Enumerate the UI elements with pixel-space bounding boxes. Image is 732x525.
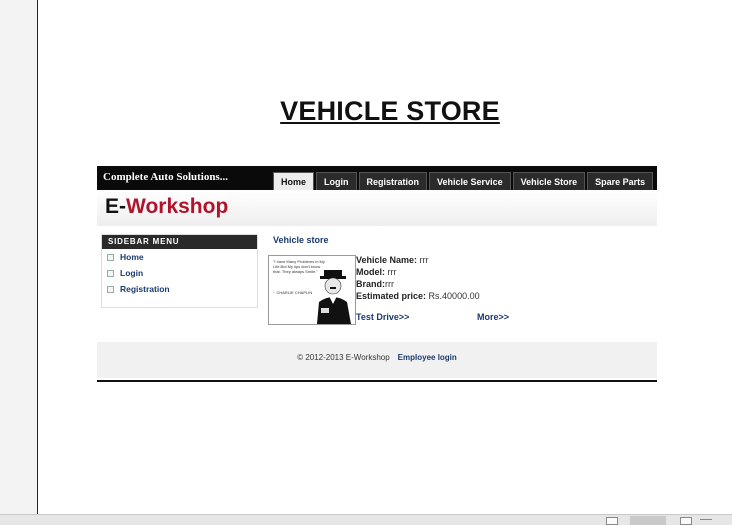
nav-spare-parts[interactable]: Spare Parts — [587, 172, 654, 190]
bullet-icon — [107, 286, 114, 293]
test-drive-link[interactable]: Test Drive>> — [356, 312, 409, 322]
logo-name: Workshop — [126, 195, 229, 218]
sidebar-menu: SIDEBAR MENU Home Login Registration — [101, 234, 258, 308]
employee-login-link[interactable]: Employee login — [398, 353, 457, 362]
sidebar-item-label: Login — [120, 268, 144, 278]
main-nav: Home Login Registration Vehicle Service … — [273, 172, 654, 190]
document-left-margin — [0, 0, 38, 514]
site-footer: © 2012-2013 E-Workshop Employee login — [97, 342, 657, 378]
sidebar-item-home[interactable]: Home — [102, 249, 257, 265]
brand-label: Brand: — [356, 279, 385, 289]
sidebar-header: SIDEBAR MENU — [102, 235, 257, 249]
top-bar: Complete Auto Solutions... Home Login Re… — [97, 166, 657, 190]
bottom-divider — [97, 380, 657, 382]
vehicle-name-label: Vehicle Name: — [356, 255, 418, 265]
website-screenshot: Complete Auto Solutions... Home Login Re… — [97, 166, 657, 384]
nav-login[interactable]: Login — [316, 172, 357, 190]
price-value: Rs.40000.00 — [428, 291, 480, 301]
brand-value: rrr — [385, 279, 394, 289]
site-tagline: Complete Auto Solutions... — [103, 171, 228, 183]
sidebar-item-label: Home — [120, 252, 144, 262]
vehicle-image: "I have Many Problems in My Life.But My … — [268, 255, 356, 325]
vehicle-details: Vehicle Name: rrr Model: rrr Brand:rrr E… — [356, 254, 480, 302]
content-title: Vehicle store — [273, 235, 329, 245]
viewer-status-bar — [0, 514, 732, 525]
bullet-icon — [107, 270, 114, 277]
sidebar-item-login[interactable]: Login — [102, 265, 257, 281]
price-label: Estimated price: — [356, 291, 427, 301]
bullet-icon — [107, 254, 114, 261]
nav-home[interactable]: Home — [273, 172, 315, 190]
model-label: Model: — [356, 267, 385, 277]
site-logo[interactable]: E-Workshop — [105, 195, 228, 219]
zoom-slider[interactable] — [700, 519, 712, 520]
sidebar-item-label: Registration — [120, 284, 170, 294]
nav-vehicle-store[interactable]: Vehicle Store — [512, 172, 586, 190]
vehicle-name-value: rrr — [419, 255, 429, 265]
copyright-text: © 2012-2013 E-Workshop — [297, 353, 390, 362]
logo-prefix: E- — [105, 195, 126, 218]
more-link[interactable]: More>> — [477, 312, 509, 322]
page-heading: VEHICLE STORE — [280, 96, 500, 126]
chaplin-figure-icon — [317, 270, 351, 324]
nav-registration[interactable]: Registration — [358, 172, 428, 190]
sidebar-item-registration[interactable]: Registration — [102, 281, 257, 297]
nav-vehicle-service[interactable]: Vehicle Service — [429, 172, 511, 190]
brand-bar: E-Workshop — [97, 190, 657, 226]
model-value: rrr — [387, 267, 397, 277]
